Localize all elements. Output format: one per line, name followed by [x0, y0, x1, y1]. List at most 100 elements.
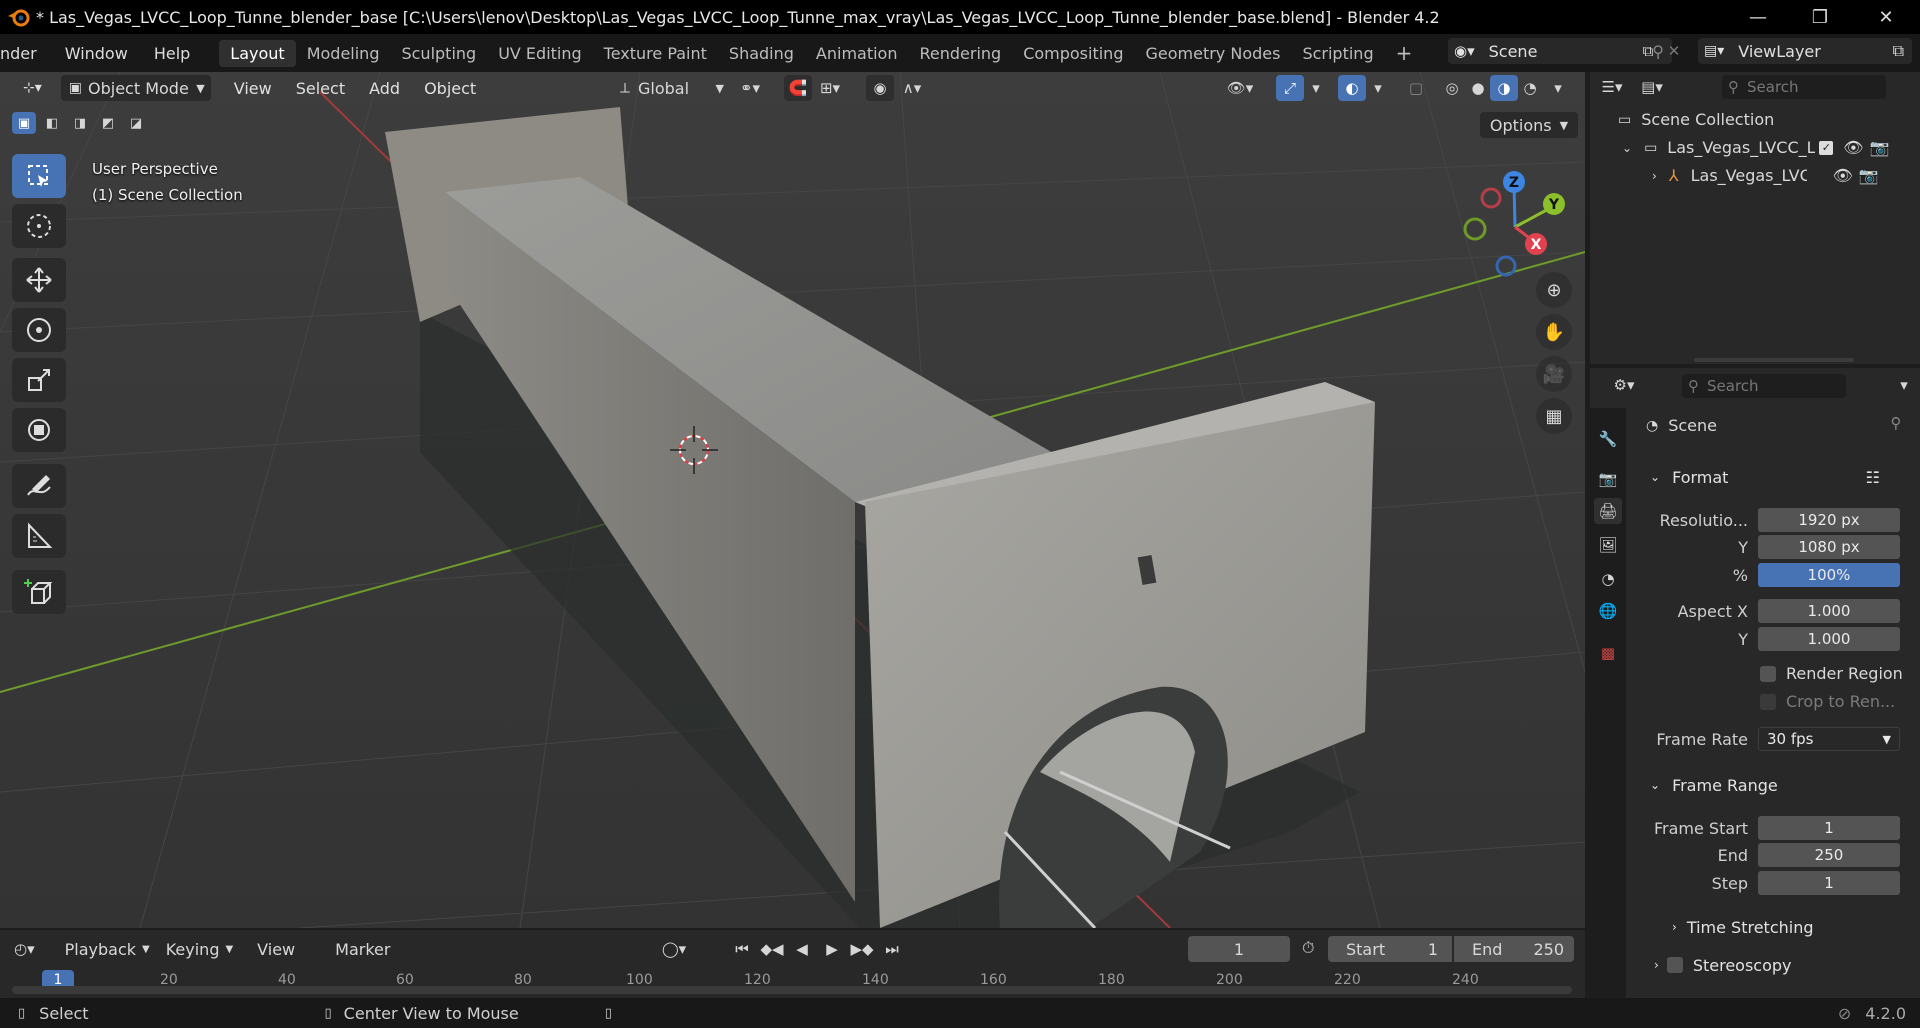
select-box-intersect-icon[interactable]: ◪	[124, 112, 148, 134]
frame-step-field[interactable]: 1	[1758, 871, 1900, 895]
jump-end-icon[interactable]: ⏭	[878, 936, 906, 962]
menu-render[interactable]: nder	[0, 44, 46, 63]
solid-shading-icon[interactable]: ●	[1464, 75, 1492, 101]
mode-selector[interactable]: ▣ Object Mode ▼	[60, 75, 211, 101]
viewlayer-selector[interactable]: ▤▾ ViewLayer ⧉	[1698, 38, 1912, 64]
select-box-tool[interactable]	[12, 154, 66, 198]
chevron-down-icon[interactable]: ▾	[1890, 372, 1918, 398]
snap-target-icon[interactable]: ⊞▾	[816, 75, 844, 101]
add-workspace-button[interactable]: +	[1385, 37, 1424, 69]
visibility-icon[interactable]: 👁▾	[1226, 75, 1254, 101]
select-box-subtract-icon[interactable]: ◨	[68, 112, 92, 134]
select-box-new-icon[interactable]: ▣	[12, 112, 36, 134]
aspect-x-field[interactable]: 1.000	[1758, 599, 1900, 623]
menu-help[interactable]: Help	[145, 44, 199, 63]
current-frame-field[interactable]: 1	[1188, 936, 1290, 962]
stopwatch-icon[interactable]: ⏱	[1302, 938, 1314, 958]
aspect-y-field[interactable]: 1.000	[1758, 627, 1900, 651]
frame-rate-dropdown[interactable]: 30 fps ▼	[1758, 727, 1900, 751]
cursor-tool[interactable]	[12, 204, 66, 248]
checkbox-icon[interactable]: ✓	[1819, 140, 1834, 155]
scene-collection-row[interactable]: ▭ Scene Collection	[1618, 110, 1774, 129]
world-tab-icon[interactable]: 🌐	[1594, 598, 1622, 624]
tab-compositing[interactable]: Compositing	[1012, 40, 1134, 67]
maximize-button[interactable]: ❐	[1792, 0, 1848, 34]
stereoscopy-panel-header[interactable]: › Stereoscopy	[1640, 948, 1910, 982]
chevron-down-icon[interactable]: ▾	[1544, 75, 1572, 101]
options-dropdown[interactable]: Options ▼	[1480, 112, 1578, 138]
select-box-extend-icon[interactable]: ◧	[40, 112, 64, 134]
material-shading-icon[interactable]: ◑	[1490, 75, 1518, 101]
move-tool[interactable]	[12, 258, 66, 302]
view-layer-tab-icon[interactable]: 🖼	[1594, 532, 1622, 558]
chevron-down-icon[interactable]: ▾	[1364, 75, 1392, 101]
tab-modeling[interactable]: Modeling	[296, 40, 391, 67]
resolution-y-field[interactable]: 1080 px	[1758, 535, 1900, 559]
pivot-icon[interactable]: ⚭▾	[736, 75, 764, 101]
camera-view-button[interactable]: 🎥	[1536, 356, 1572, 392]
format-panel-header[interactable]: ⌄ Format ☷	[1640, 460, 1910, 494]
chevron-down-icon[interactable]: ⌄	[1622, 141, 1632, 155]
editor-type-icon[interactable]: ⊹▾	[14, 80, 51, 96]
pan-view-button[interactable]: ✋	[1536, 314, 1572, 350]
chevron-right-icon[interactable]: ›	[1652, 169, 1657, 183]
menu-keying[interactable]: Keying	[166, 940, 220, 959]
presets-icon[interactable]: ☷	[1866, 468, 1880, 487]
render-tab-icon[interactable]: 📷	[1594, 466, 1622, 492]
outliner-search[interactable]: ⚲ Search	[1722, 75, 1886, 99]
next-keyframe-icon[interactable]: ▶◆	[848, 936, 876, 962]
select-box-invert-icon[interactable]: ◩	[96, 112, 120, 134]
tab-layout[interactable]: Layout	[219, 39, 296, 67]
menu-object[interactable]: Object	[415, 79, 485, 98]
delete-scene-icon[interactable]: ✕	[1660, 38, 1688, 64]
overlay-toggle-icon[interactable]: ◐	[1338, 75, 1366, 101]
3d-viewport[interactable]: ⊹▾ ▣ Object Mode ▼ View Select Add Objec…	[0, 72, 1585, 928]
new-viewlayer-icon[interactable]: ⧉	[1893, 41, 1904, 61]
ortho-toggle-button[interactable]: ▦	[1536, 398, 1572, 434]
wireframe-shading-icon[interactable]: ◎	[1438, 75, 1466, 101]
start-frame-field[interactable]: Start 1	[1328, 936, 1452, 962]
scale-tool[interactable]	[12, 358, 66, 402]
xray-icon[interactable]: ▢	[1402, 75, 1430, 101]
rotate-tool[interactable]	[12, 308, 66, 352]
display-mode-icon[interactable]: ▤▾	[1638, 74, 1666, 100]
measure-tool[interactable]	[12, 514, 66, 558]
play-icon[interactable]: ▶	[818, 936, 846, 962]
tab-uv-editing[interactable]: UV Editing	[487, 40, 592, 67]
render-region-row[interactable]: Render Region	[1760, 664, 1903, 683]
frame-start-field[interactable]: 1	[1758, 816, 1900, 840]
add-cube-tool[interactable]	[12, 570, 66, 614]
time-stretching-subpanel[interactable]: › Time Stretching	[1660, 910, 1920, 944]
properties-search[interactable]: ⚲ Search	[1682, 374, 1846, 398]
prev-keyframe-icon[interactable]: ◆◀	[758, 936, 786, 962]
tool-tab-icon[interactable]: 🔧	[1594, 426, 1622, 452]
menu-view[interactable]: View	[225, 79, 281, 98]
texture-tab-icon[interactable]: ▩	[1594, 640, 1622, 666]
tab-texture-paint[interactable]: Texture Paint	[593, 40, 718, 67]
frame-end-field[interactable]: 250	[1758, 843, 1900, 867]
tab-shading[interactable]: Shading	[718, 40, 805, 67]
menu-select[interactable]: Select	[287, 79, 354, 98]
falloff-icon[interactable]: ∧▾	[898, 75, 926, 101]
neg-x-axis-handle[interactable]	[1480, 187, 1502, 209]
neg-y-axis-handle[interactable]	[1463, 217, 1487, 241]
tab-sculpting[interactable]: Sculpting	[390, 40, 487, 67]
jump-start-icon[interactable]: ⏮	[728, 936, 756, 962]
play-reverse-icon[interactable]: ◀	[788, 936, 816, 962]
rendered-shading-icon[interactable]: ◔	[1516, 75, 1544, 101]
menu-playback[interactable]: Playback	[65, 940, 136, 959]
outliner-editor-type-icon[interactable]: ☰▾	[1598, 74, 1626, 100]
properties-editor-type-icon[interactable]: ⚙▾	[1604, 372, 1644, 398]
neg-z-axis-handle[interactable]	[1495, 255, 1517, 277]
camera-icon[interactable]: 📷	[1870, 138, 1890, 157]
auto-keying-icon[interactable]: ◯▾	[660, 936, 688, 962]
eye-icon[interactable]: 👁	[1843, 138, 1863, 157]
collection-row[interactable]: ⌄ ▭ Las_Vegas_LVCC_L ✓ 👁 📷	[1622, 138, 1916, 157]
minimize-button[interactable]: —	[1730, 0, 1786, 34]
tab-scripting[interactable]: Scripting	[1291, 40, 1384, 67]
resolution-pct-field[interactable]: 100%	[1758, 563, 1900, 587]
gizmo-toggle-icon[interactable]: ⤢	[1276, 75, 1304, 101]
eye-icon[interactable]: 👁	[1833, 166, 1853, 185]
annotate-tool[interactable]	[12, 464, 66, 508]
close-button[interactable]: ✕	[1858, 0, 1914, 34]
